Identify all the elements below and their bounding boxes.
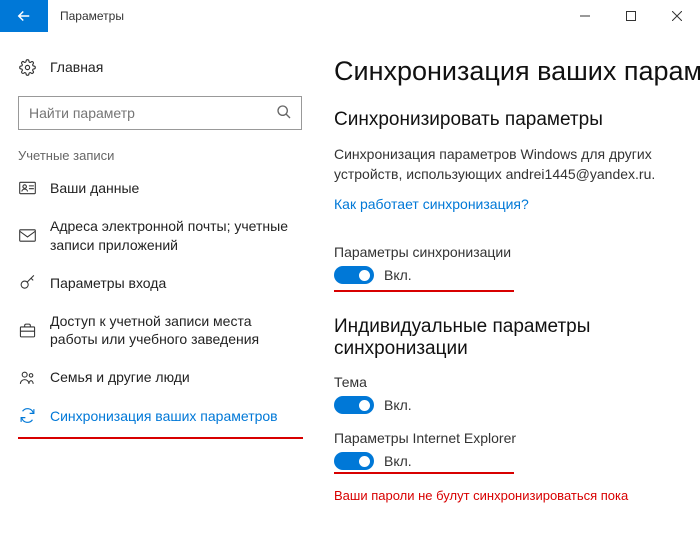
sync-master-toggle[interactable] [334,266,374,284]
password-sync-warning: Ваши пароли не булут синхронизироваться … [334,488,700,503]
search-input[interactable] [18,96,302,130]
sidebar-section-header: Учетные записи [18,148,320,163]
sidebar-item-work-access[interactable]: Доступ к учетной записи места работы или… [18,302,320,358]
annotation-underline [334,472,514,474]
annotation-underline [18,437,303,439]
theme-toggle[interactable] [334,396,374,414]
maximize-button[interactable] [608,0,654,32]
sidebar-item-label: Адреса электронной почты; учетные записи… [50,217,320,253]
home-label: Главная [50,58,320,76]
key-icon [18,274,36,291]
section-heading-sync: Синхронизировать параметры [334,109,700,131]
sidebar-item-label: Параметры входа [50,274,320,292]
ie-toggle[interactable] [334,452,374,470]
ie-toggle-label: Параметры Internet Explorer [334,430,700,446]
people-icon [18,370,36,385]
sidebar-item-email-accounts[interactable]: Адреса электронной почты; учетные записи… [18,207,320,263]
minimize-button[interactable] [562,0,608,32]
briefcase-icon [18,323,36,338]
page-title: Синхронизация ваших параме [334,56,700,87]
sidebar-item-family[interactable]: Семья и другие люди [18,358,320,396]
sync-icon [18,407,36,424]
window-title: Параметры [48,0,562,32]
search-icon [276,104,292,125]
home-item[interactable]: Главная [18,48,320,86]
theme-toggle-label: Тема [334,374,700,390]
sidebar-item-signin-options[interactable]: Параметры входа [18,264,320,302]
sidebar-item-your-info[interactable]: Ваши данные [18,169,320,207]
mail-icon [18,229,36,242]
toggle-state-label: Вкл. [384,397,412,413]
sidebar-item-label: Синхронизация ваших параметров [50,407,320,425]
toggle-state-label: Вкл. [384,267,412,283]
toggle-state-label: Вкл. [384,453,412,469]
sidebar-item-sync[interactable]: Синхронизация ваших параметров [18,397,320,435]
content-pane: Синхронизация ваших параме Синхронизиров… [320,32,700,552]
gear-icon [18,59,36,76]
close-button[interactable] [654,0,700,32]
sidebar: Главная Учетные записи Ваши данные Адрес… [0,32,320,552]
sidebar-item-label: Доступ к учетной записи места работы или… [50,312,320,348]
section-heading-individual: Индивидуальные параметры синхронизации [334,316,700,360]
person-card-icon [18,181,36,195]
sync-description: Синхронизация параметров Windows для дру… [334,145,700,184]
sidebar-item-label: Ваши данные [50,179,320,197]
back-button[interactable] [0,0,48,32]
sidebar-item-label: Семья и другие люди [50,368,320,386]
how-sync-works-link[interactable]: Как работает синхронизация? [334,196,529,212]
sync-toggle-label: Параметры синхронизации [334,244,700,260]
